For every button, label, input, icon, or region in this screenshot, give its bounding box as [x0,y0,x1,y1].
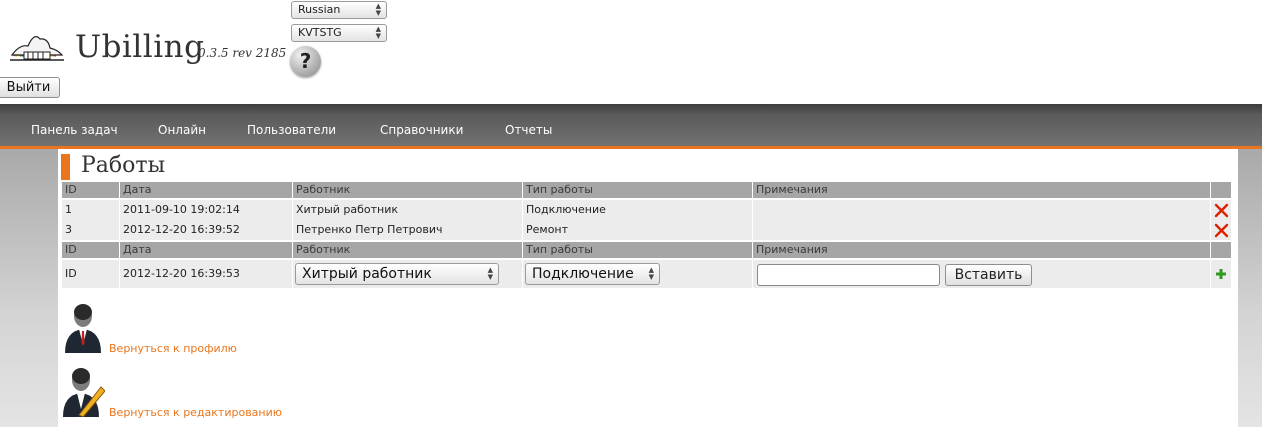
nav-item-online[interactable]: Онлайн [158,123,206,137]
back-to-profile-link[interactable]: Вернуться к профилю [109,342,237,355]
header-cell-worker: Работник [293,182,522,198]
logout-button[interactable]: Выйти [0,77,60,98]
content-panel: Работы ID Дата Работник Тип работы Приме… [58,149,1238,427]
nav-item-taskbar[interactable]: Панель задач [31,123,118,137]
cell-date: 2012-12-20 16:39:52 [120,220,292,240]
cell-type: Подключение [523,200,752,220]
logo-icon [10,30,64,64]
select-arrows-icon: ▲ ▼ [375,25,381,40]
work-type-select[interactable]: Подключение ▲ ▼ [525,263,660,285]
title-accent [61,154,70,180]
insert-button[interactable]: Вставить [945,264,1032,286]
cell-note [753,220,1210,240]
nav-item-users[interactable]: Пользователи [247,123,336,137]
select-arrows-icon: ▲ ▼ [375,2,381,17]
select-arrows-icon: ▲ ▼ [648,266,654,281]
form-actions-cell [1211,260,1231,288]
back-to-edit-link[interactable]: Вернуться к редактированию [109,406,282,419]
app-version: 0.3.5 rev 2185 [198,46,287,60]
cell-id: 1 [62,200,119,220]
work-type-select-value: Подключение [532,266,634,282]
header-cell-actions [1211,182,1231,198]
skin-select-value: KVTSTG [298,26,342,39]
table-row: 1 2011-09-10 19:02:14 Хитрый работник По… [62,200,1232,220]
language-select-value: Russian [298,3,341,16]
language-select[interactable]: Russian ▲ ▼ [291,1,387,19]
cell-date: 2011-09-10 19:02:14 [120,200,292,220]
header-cell-type: Тип работы [523,182,752,198]
cell-worker: Хитрый работник [293,200,522,220]
cell-worker: Петренко Петр Петрович [293,220,522,240]
main-nav: Панель задач Онлайн Пользователи Справоч… [0,104,1262,149]
delete-icon[interactable] [1214,203,1229,218]
header-cell-actions [1211,242,1231,258]
header-cell-note: Примечания [753,242,1210,258]
table-header: ID Дата Работник Тип работы Примечания [62,182,1232,198]
user-edit-icon[interactable] [63,367,105,417]
header-cell-id: ID [62,242,119,258]
cell-actions [1211,220,1231,240]
form-header: ID Дата Работник Тип работы Примечания [62,242,1232,258]
worker-select-value: Хитрый работник [302,266,432,282]
table-row: 3 2012-12-20 16:39:52 Петренко Петр Петр… [62,220,1232,240]
nav-item-reports[interactable]: Отчеты [505,123,552,137]
cell-actions [1211,200,1231,220]
worker-select[interactable]: Хитрый работник ▲ ▼ [295,263,499,285]
cell-type: Ремонт [523,220,752,240]
add-icon[interactable] [1215,268,1227,280]
app-logo-name: Ubilling [75,29,205,65]
delete-icon[interactable] [1214,223,1229,238]
form-type-cell: Подключение ▲ ▼ [523,260,752,288]
header-cell-note: Примечания [753,182,1210,198]
cell-id: 3 [62,220,119,240]
help-icon[interactable]: ? [290,46,321,77]
cell-note [753,200,1210,220]
header-cell-worker: Работник [293,242,522,258]
form-note-cell: Вставить [753,260,1210,288]
header-cell-date: Дата [120,242,292,258]
add-work-form: ID 2012-12-20 16:39:53 Хитрый работник ▲… [62,260,1232,288]
page-title: Работы [81,153,166,178]
form-date: 2012-12-20 16:39:53 [120,260,292,288]
header-cell-date: Дата [120,182,292,198]
user-profile-icon[interactable] [63,301,103,353]
form-id-label: ID [62,260,119,288]
header-cell-type: Тип работы [523,242,752,258]
header-cell-id: ID [62,182,119,198]
nav-item-directories[interactable]: Справочники [380,123,463,137]
note-input[interactable] [757,264,940,286]
form-worker-cell: Хитрый работник ▲ ▼ [293,260,522,288]
skin-select[interactable]: KVTSTG ▲ ▼ [291,24,387,42]
select-arrows-icon: ▲ ▼ [487,266,493,281]
